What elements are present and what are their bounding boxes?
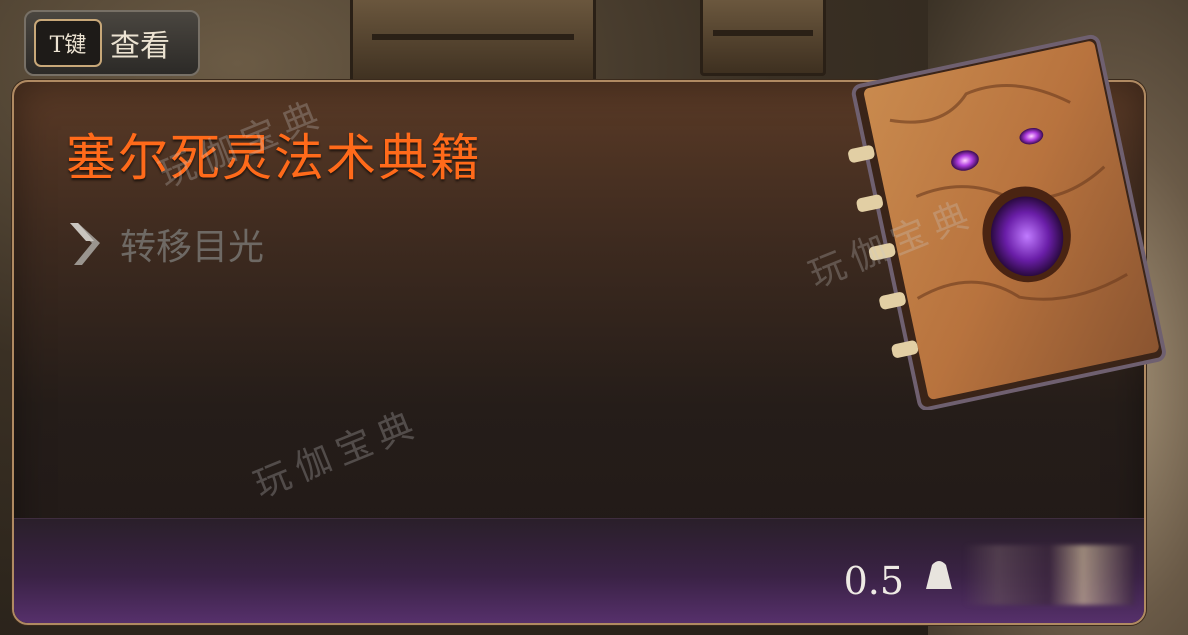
background-crate xyxy=(350,0,596,86)
inspect-label: 查看 xyxy=(110,29,170,64)
item-weight: 0.5 xyxy=(843,559,904,603)
chevron-right-icon xyxy=(70,223,100,265)
t-key-badge: T键 xyxy=(34,19,102,67)
necronomicon-book-icon xyxy=(848,34,1166,410)
tooltip-footer: 0.5 xyxy=(14,518,1144,623)
price-area-blurred xyxy=(964,545,1134,605)
inspect-hint[interactable]: T键 查看 xyxy=(24,10,200,76)
weight-icon xyxy=(926,561,952,589)
item-title: 塞尔死灵法术典籍 xyxy=(66,129,482,187)
item-action-label: 转移目光 xyxy=(120,227,265,268)
background-crate xyxy=(700,0,826,76)
item-action-row[interactable]: 转移目光 xyxy=(64,218,264,270)
